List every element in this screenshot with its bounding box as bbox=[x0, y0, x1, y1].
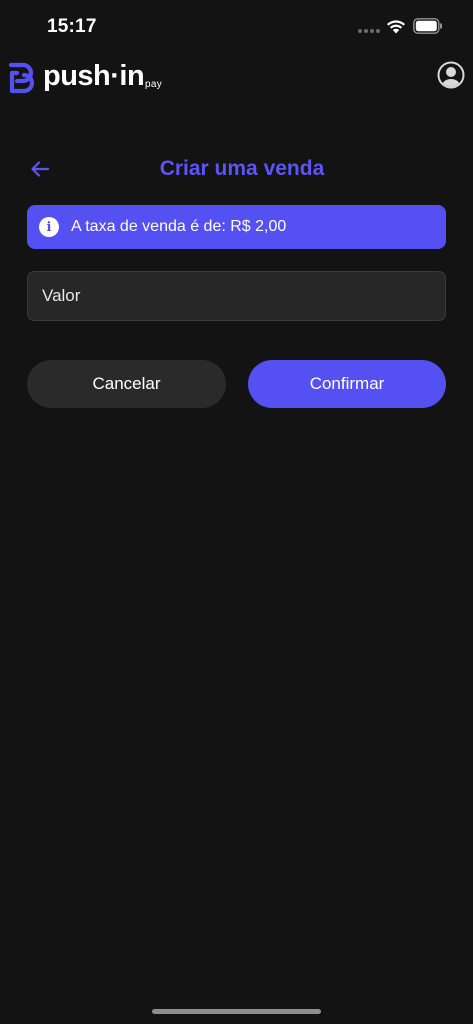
app-header: push·in pay bbox=[0, 52, 473, 104]
value-input[interactable] bbox=[27, 271, 446, 321]
battery-icon bbox=[413, 18, 442, 34]
info-icon: i bbox=[39, 217, 59, 237]
cancel-button[interactable]: Cancelar bbox=[27, 360, 226, 408]
home-indicator[interactable] bbox=[152, 1009, 321, 1014]
status-time: 15:17 bbox=[47, 16, 97, 37]
logo-wordmark: push·in bbox=[43, 60, 145, 92]
fee-info-banner: i A taxa de venda é de: R$ 2,00 bbox=[27, 205, 446, 249]
fee-info-text: A taxa de venda é de: R$ 2,00 bbox=[71, 218, 287, 235]
user-circle-icon[interactable] bbox=[437, 61, 465, 89]
cellular-signal-icon bbox=[358, 29, 380, 33]
screen: 15:17 push·in pay Criar uma venda i A ta… bbox=[0, 0, 473, 1024]
logo-subtext: pay bbox=[145, 79, 163, 90]
wifi-icon bbox=[387, 20, 405, 34]
push-in-logo-icon bbox=[8, 62, 35, 94]
page-title: Criar uma venda bbox=[159, 157, 325, 180]
confirm-button[interactable]: Confirmar bbox=[248, 360, 446, 408]
status-bar: 15:17 bbox=[0, 0, 473, 52]
